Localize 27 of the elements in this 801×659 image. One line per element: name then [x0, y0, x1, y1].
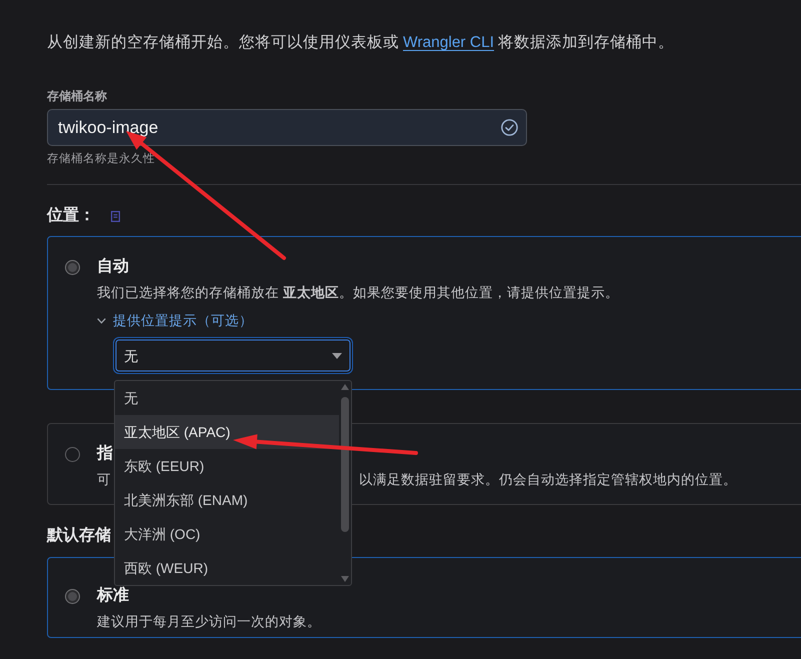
location-hint-select[interactable]: 无	[113, 337, 353, 374]
caret-icon	[332, 352, 342, 358]
section-heading: 默认存储	[47, 526, 111, 546]
option-description: 建议用于每月至少访问一次的对象。	[97, 613, 321, 631]
radio-button[interactable]	[65, 588, 80, 604]
option-description: 可	[97, 471, 111, 489]
dropdown-option[interactable]: 西欧 (WEUR)	[115, 551, 339, 585]
dropdown-option[interactable]: 大洋洲 (OC)	[115, 517, 339, 551]
radio-button[interactable]	[65, 260, 80, 274]
document-icon	[111, 210, 120, 222]
section-heading: 位置：	[47, 206, 95, 226]
intro-text: 从创建新的空存储桶开始。您将可以使用仪表板或 Wrangler CLI 将数据添加到存储桶中。	[47, 33, 676, 53]
dropdown-option[interactable]: 北美洲东部 (ENAM)	[115, 483, 339, 517]
bucket-name-input[interactable]: twikoo-image	[47, 109, 527, 146]
radio-button[interactable]	[65, 446, 80, 462]
option-title: 自动	[97, 257, 129, 277]
dropdown-option[interactable]: 亚太地区 (APAC)	[115, 415, 339, 449]
location-hint-toggle[interactable]: 提供位置提示（可选）	[97, 312, 253, 330]
option-description: 以满足数据驻留要求。仍会自动选择指定管辖权地内的位置。	[359, 471, 737, 489]
dropdown-option[interactable]: 东欧 (EEUR)	[115, 449, 339, 483]
field-label: 存储桶名称	[47, 88, 107, 104]
wrangler-link[interactable]: Wrangler CLI	[403, 34, 494, 51]
option-title: 指	[97, 444, 113, 464]
option-description: 我们已选择将您的存储桶放在 亚太地区。如果您要使用其他位置，请提供位置提示。	[97, 284, 619, 302]
field-hint: 存储桶名称是永久性	[47, 151, 155, 167]
dropdown-option[interactable]: 无	[115, 381, 339, 415]
option-title: 标准	[97, 586, 129, 606]
